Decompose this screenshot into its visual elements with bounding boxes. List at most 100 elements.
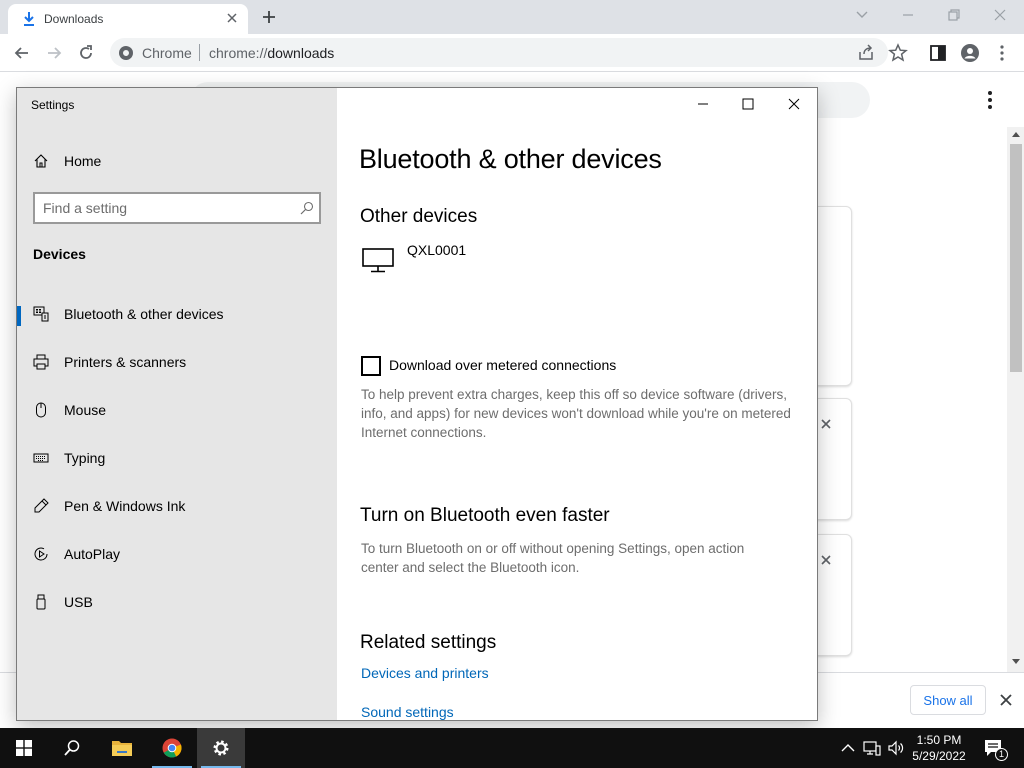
search-icon [64,740,80,756]
gear-icon [213,740,229,756]
nav-home-label: Home [64,153,102,169]
volume-icon[interactable] [886,738,906,758]
chrome-tab-strip: Downloads [0,0,1024,34]
autoplay-icon [34,547,48,561]
action-center-button[interactable]: 1 [980,736,1010,762]
new-tab-icon[interactable] [258,6,280,28]
sidebar-item-label: Typing [64,450,106,466]
network-icon[interactable] [862,738,882,758]
forward-icon[interactable] [44,43,64,63]
notification-count-badge: 1 [995,748,1008,761]
sidebar-item-pen[interactable]: Pen & Windows Ink [17,486,337,526]
omnibox[interactable]: Chrome chrome://downloads [110,38,888,67]
download-icon [24,12,34,26]
clock-date: 5/29/2022 [912,749,966,763]
device-item[interactable]: QXL0001 [361,242,661,282]
page-title: Bluetooth & other devices [359,144,662,174]
usb-icon [36,594,46,610]
start-button[interactable] [0,728,48,768]
close-icon[interactable] [784,96,804,112]
profile-avatar-icon[interactable] [960,43,980,63]
home-icon [34,154,48,168]
restore-icon[interactable] [944,6,964,24]
chrome-menu-icon[interactable] [992,43,1012,63]
taskbar-search-button[interactable] [48,728,96,768]
side-panel-icon[interactable] [928,43,948,63]
url-text[interactable]: chrome://downloads [209,45,334,61]
close-window-icon[interactable] [990,6,1010,24]
metered-connections-checkbox[interactable] [361,356,381,376]
sound-settings-link[interactable]: Sound settings [361,704,454,720]
url-scheme: chrome:// [209,45,268,61]
minimize-icon[interactable] [898,6,918,24]
sidebar-item-label: Printers & scanners [64,354,187,370]
taskbar-settings[interactable] [197,728,245,768]
nav-home[interactable]: Home [17,146,337,178]
settings-nav-pane: Settings Home Devices [17,88,337,720]
url-host: downloads [267,45,335,61]
keyboard-icon [33,453,49,463]
sidebar-item-printers[interactable]: Printers & scanners [17,342,337,382]
bookmark-star-icon[interactable] [888,43,908,63]
sidebar-item-bluetooth[interactable]: Bluetooth & other devices [17,294,337,334]
sidebar-item-mouse[interactable]: Mouse [17,390,337,430]
folder-icon [112,741,132,756]
sidebar-item-typing[interactable]: Typing [17,438,337,478]
printer-icon [33,354,49,370]
find-setting-input[interactable] [43,199,283,217]
close-shelf-icon[interactable] [999,693,1013,707]
taskbar-clock[interactable]: 1:50 PM 5/29/2022 [906,732,972,764]
pen-icon [34,498,49,513]
window-title: Settings [31,98,75,112]
remove-download-icon[interactable] [820,418,832,430]
windows-logo-icon [16,740,32,756]
sidebar-item-usb[interactable]: USB [17,582,337,622]
taskbar-chrome[interactable] [148,728,196,768]
scroll-up-arrow-icon[interactable] [1012,132,1020,137]
remove-download-icon[interactable] [820,554,832,566]
search-icon[interactable] [299,200,315,216]
nav-section-devices: Devices [33,246,86,262]
mouse-icon [36,402,46,418]
show-all-button[interactable]: Show all [910,685,986,715]
sidebar-item-label: AutoPlay [64,546,121,562]
scrollbar-thumb[interactable] [1010,144,1022,372]
related-settings-heading: Related settings [360,632,497,653]
metered-connections-label[interactable]: Download over metered connections [389,357,616,373]
settings-content-pane: Bluetooth & other devices Other devices … [337,88,817,720]
sidebar-item-autoplay[interactable]: AutoPlay [17,534,337,574]
site-chip: Chrome [142,45,192,61]
reload-icon[interactable] [76,43,96,63]
scroll-down-arrow-icon[interactable] [1012,659,1020,664]
sidebar-item-label: Pen & Windows Ink [64,498,186,514]
share-icon[interactable] [856,43,876,63]
chrome-logo-icon [119,46,133,60]
tab-title: Downloads [44,12,104,26]
other-devices-heading: Other devices [360,206,478,227]
bluetooth-devices-icon [33,306,49,322]
settings-window: Settings Home Devices [16,87,818,721]
show-hidden-icons-icon[interactable] [838,738,858,758]
chrome-icon [162,738,182,758]
taskbar-file-explorer[interactable] [98,728,146,768]
sidebar-item-label: USB [64,594,93,610]
close-tab-icon[interactable] [224,10,240,26]
chrome-toolbar: Chrome chrome://downloads [0,34,1024,72]
maximize-icon[interactable] [738,96,758,112]
downloads-more-icon[interactable] [984,90,996,110]
taskbar: 1:50 PM 5/29/2022 1 [0,728,1024,768]
sidebar-item-label: Bluetooth & other devices [64,306,224,322]
monitor-icon [362,248,394,273]
sidebar-item-label: Mouse [64,402,107,418]
tab-search-icon[interactable] [852,6,872,24]
minimize-icon[interactable] [693,96,713,112]
find-setting-search[interactable] [33,192,321,224]
tab-downloads[interactable]: Downloads [8,4,248,34]
bluetooth-faster-description: To turn Bluetooth on or off without open… [361,541,745,575]
omnibox-divider [199,44,200,61]
back-icon[interactable] [12,43,32,63]
device-name: QXL0001 [407,242,467,258]
metered-connections-checkbox-row[interactable]: Download over metered connections [361,355,761,377]
metered-description: To help prevent extra charges, keep this… [361,387,791,440]
devices-and-printers-link[interactable]: Devices and printers [361,665,489,681]
